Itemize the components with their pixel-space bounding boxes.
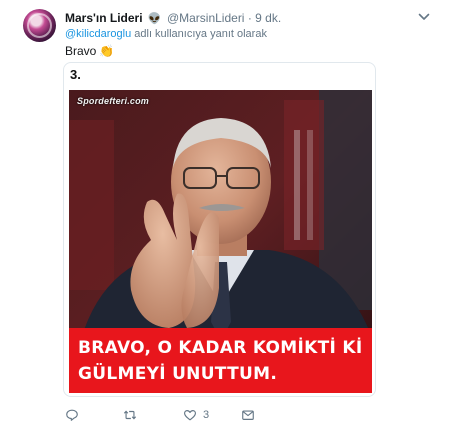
reply-icon xyxy=(66,409,78,421)
retweet-button[interactable] xyxy=(123,407,143,423)
avatar[interactable] xyxy=(23,9,56,42)
caption-band: BRAVO, O KADAR KOMİKTİ Kİ GÜLMEYİ UNUTTU… xyxy=(69,328,372,393)
tweet-time[interactable]: 9 dk. xyxy=(255,11,281,25)
tweet: Mars'ın Lideri 👽 @MarsinLideri · 9 dk. @… xyxy=(0,0,450,431)
chevron-down-icon[interactable] xyxy=(418,12,430,22)
reply-context-text: adlı kullanıcıya yanıt olarak xyxy=(131,28,267,40)
reply-mention-link[interactable]: @kilicdaroglu xyxy=(65,28,131,40)
clapping-hands-icon: 👏 xyxy=(99,44,115,58)
meme-photo[interactable]: Spordefteri.com BRAVO, O KADAR KOMİKTİ K… xyxy=(69,90,372,393)
tweet-text-content: Bravo xyxy=(65,44,97,58)
like-button[interactable]: 3 xyxy=(183,407,209,423)
tweet-header: Mars'ın Lideri 👽 @MarsinLideri · 9 dk. xyxy=(65,11,281,26)
author-handle[interactable]: @MarsinLideri xyxy=(167,11,245,25)
author-name[interactable]: Mars'ın Lideri xyxy=(65,11,143,25)
alien-icon: 👽 xyxy=(147,13,162,25)
dm-button[interactable] xyxy=(241,407,255,423)
reply-context: @kilicdaroglu adlı kullanıcıya yanıt ola… xyxy=(65,28,267,40)
like-icon xyxy=(184,410,196,421)
dm-icon xyxy=(242,410,254,420)
watermark: Spordefteri.com xyxy=(77,96,150,106)
card-number-label: 3. xyxy=(70,67,81,82)
separator-dot: · xyxy=(247,11,252,25)
media-card[interactable]: 3. Spordefteri.com BRAVO, O KADAR KOMİKT… xyxy=(63,62,376,397)
reply-button[interactable] xyxy=(65,407,85,423)
avatar-ring xyxy=(27,13,52,38)
meme-caption: BRAVO, O KADAR KOMİKTİ Kİ GÜLMEYİ UNUTTU… xyxy=(78,338,363,384)
retweet-icon xyxy=(123,410,137,420)
tweet-text: Bravo 👏 xyxy=(65,44,114,58)
like-count: 3 xyxy=(203,409,210,421)
tweet-actions: 3 xyxy=(65,407,345,423)
